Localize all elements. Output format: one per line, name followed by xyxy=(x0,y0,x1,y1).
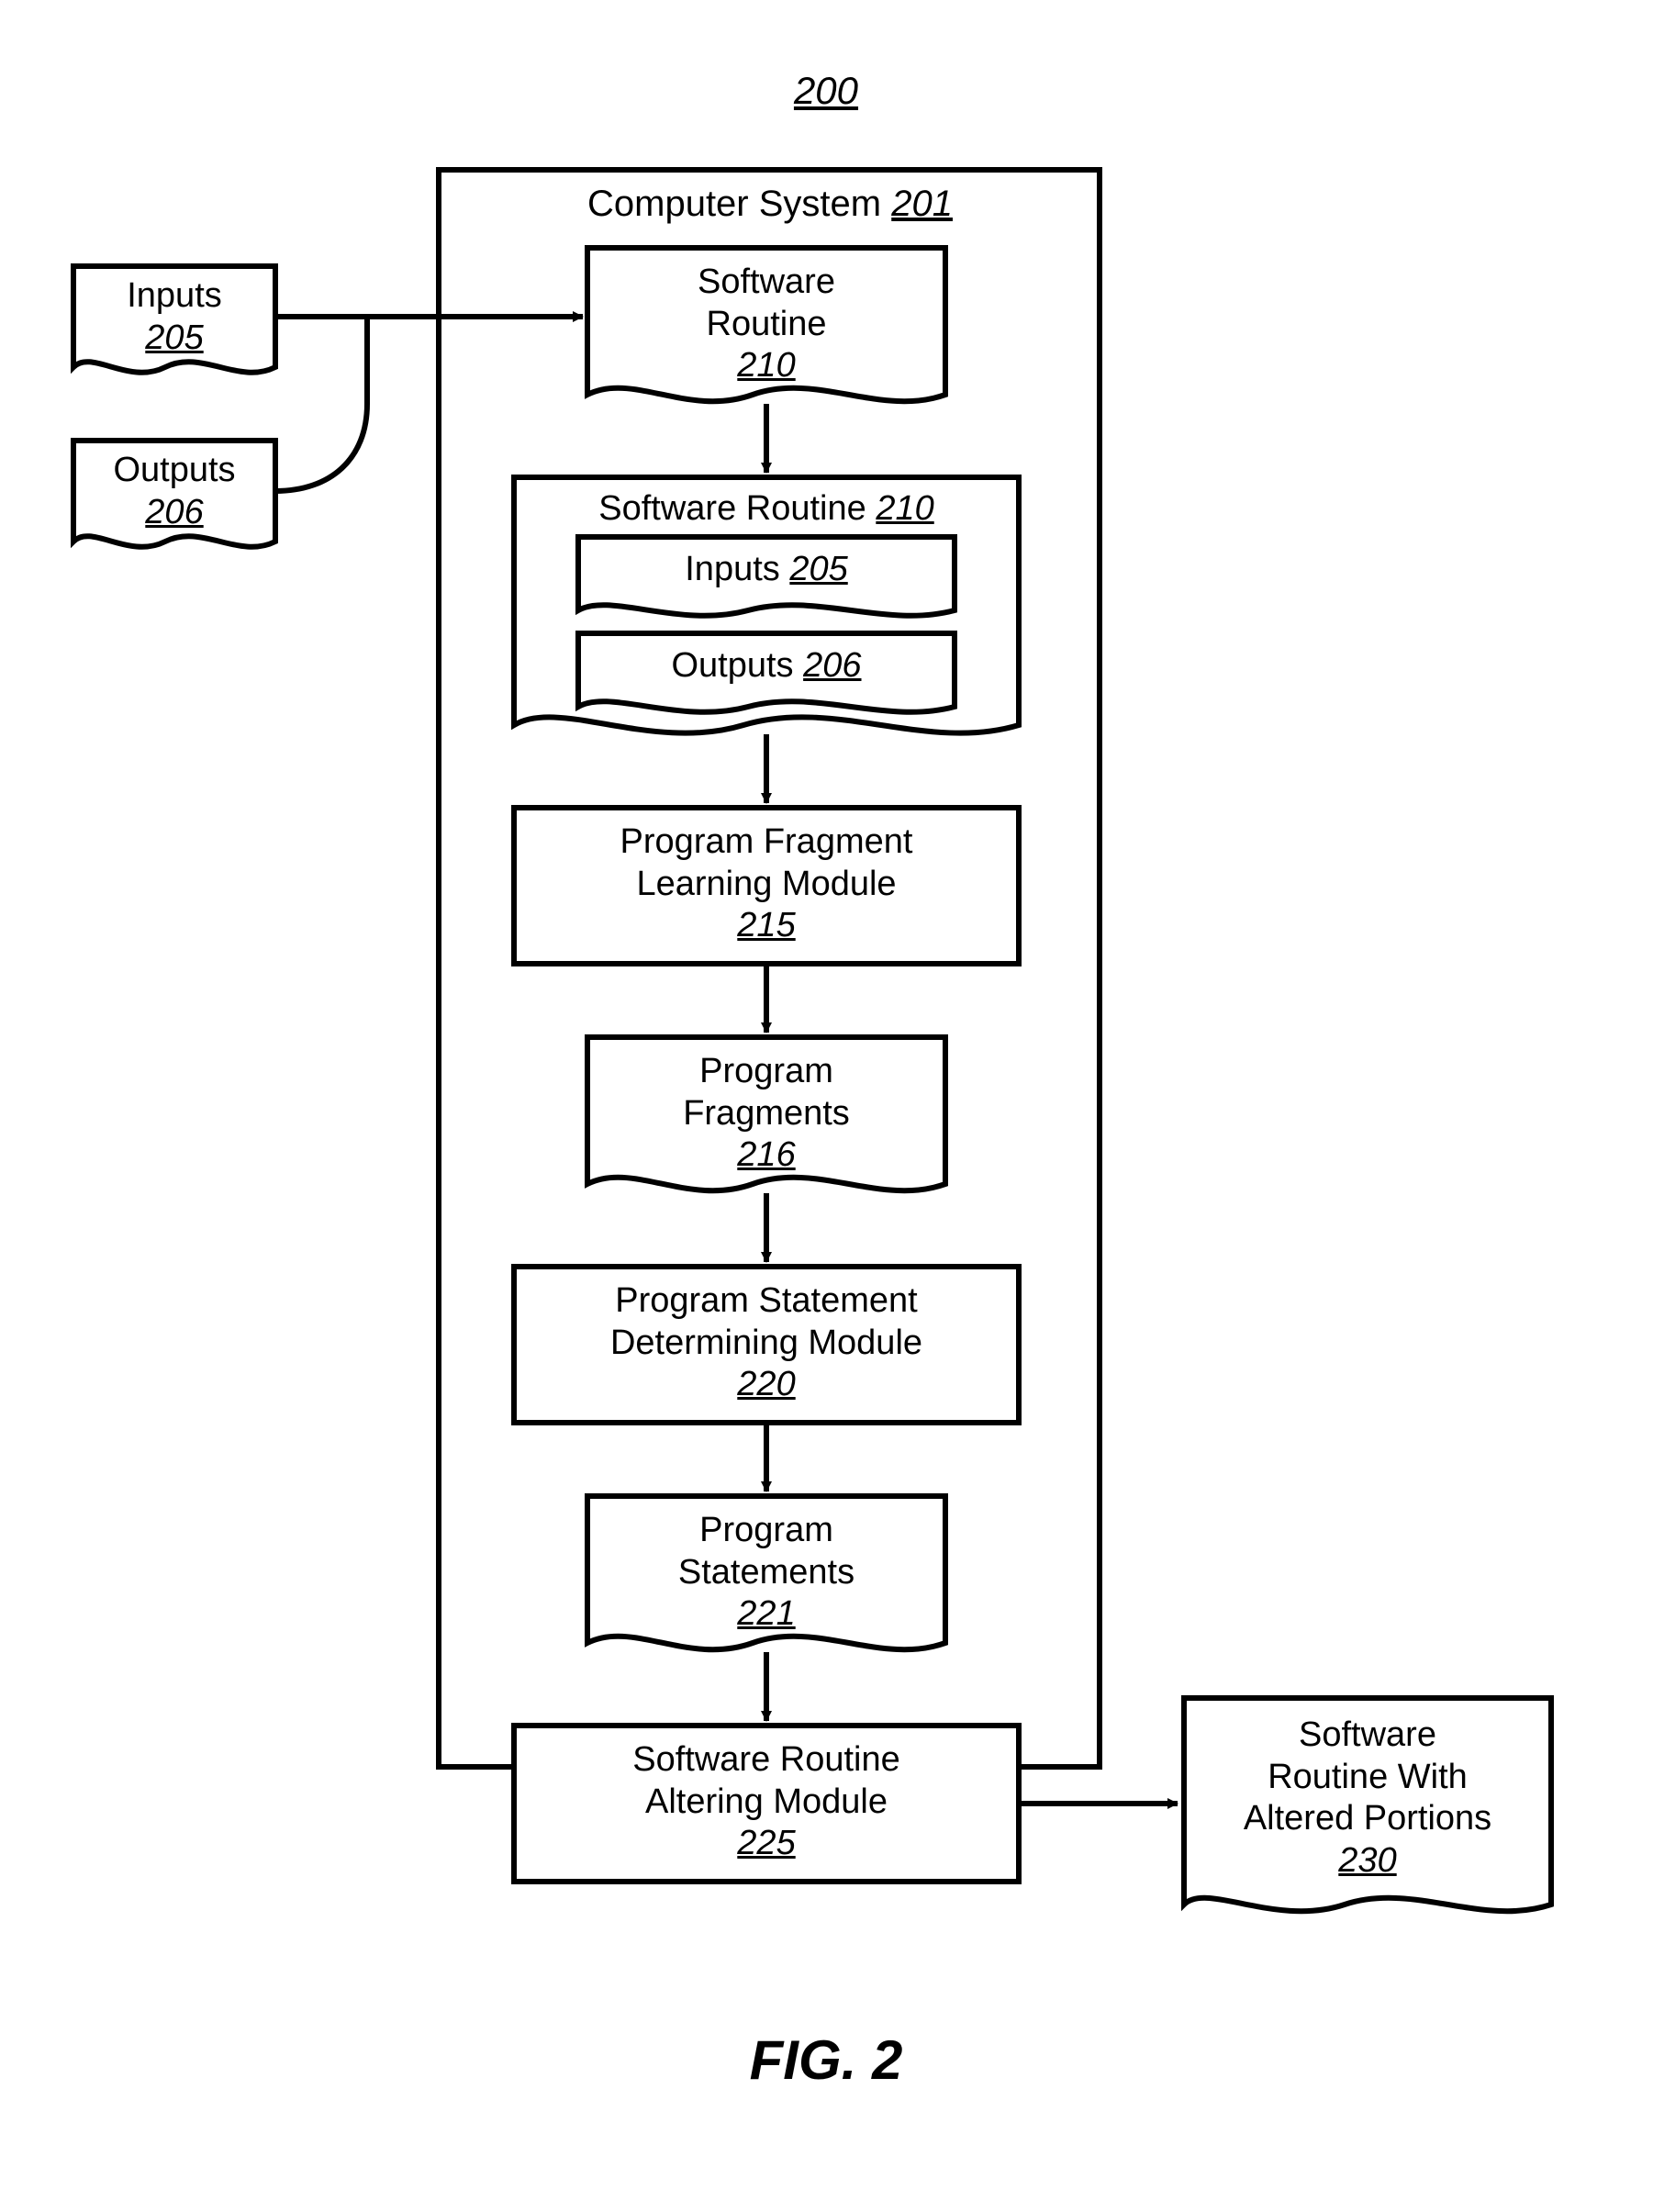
outputs-ext-label: Outputs xyxy=(113,451,235,489)
program-fragments-box: ProgramFragments 216 xyxy=(587,1051,945,1177)
software-routine-top-box: SoftwareRoutine 210 xyxy=(587,262,945,387)
output-box-label: SoftwareRoutine WithAltered Portions xyxy=(1244,1715,1491,1838)
computer-system-title: Computer System 201 xyxy=(587,184,953,225)
altering-module-ref: 225 xyxy=(737,1824,795,1862)
inputs-ext-box: Inputs 205 xyxy=(73,275,275,359)
software-routine-top-ref: 210 xyxy=(737,346,795,385)
inputs-inner-box: Inputs 205 xyxy=(578,549,955,591)
outputs-inner-ref: 206 xyxy=(803,646,861,685)
inputs-inner-label: Inputs xyxy=(685,550,780,588)
computer-system-label: Computer System xyxy=(587,184,881,224)
outputs-inner-box: Outputs 206 xyxy=(578,645,955,687)
frag-learning-label: Program FragmentLearning Module xyxy=(620,822,913,903)
outputs-ext-ref: 206 xyxy=(145,493,203,531)
output-box-ref: 230 xyxy=(1338,1841,1396,1880)
program-fragments-ref: 216 xyxy=(737,1135,795,1174)
altering-module-box: Software RoutineAltering Module 225 xyxy=(514,1739,1019,1865)
frag-learning-box: Program FragmentLearning Module 215 xyxy=(514,821,1019,947)
software-routine-group-label: Software Routine xyxy=(598,489,866,528)
computer-system-ref: 201 xyxy=(891,184,953,224)
program-statements-box: ProgramStatements 221 xyxy=(587,1510,945,1636)
inputs-ext-ref: 205 xyxy=(145,318,203,357)
output-box: SoftwareRoutine WithAltered Portions 230 xyxy=(1184,1715,1551,1882)
outputs-ext-box: Outputs 206 xyxy=(73,450,275,533)
software-routine-group-title: Software Routine 210 xyxy=(532,488,1000,531)
stmt-determining-ref: 220 xyxy=(737,1365,795,1403)
frag-learning-ref: 215 xyxy=(737,906,795,944)
software-routine-top-label: SoftwareRoutine xyxy=(698,263,835,343)
software-routine-group-ref: 210 xyxy=(876,489,933,528)
program-statements-ref: 221 xyxy=(737,1594,795,1633)
inputs-ext-label: Inputs xyxy=(127,276,222,315)
stmt-determining-box: Program StatementDetermining Module 220 xyxy=(514,1280,1019,1406)
stmt-determining-label: Program StatementDetermining Module xyxy=(610,1281,922,1362)
outputs-inner-label: Outputs xyxy=(671,646,793,685)
altering-module-label: Software RoutineAltering Module xyxy=(632,1740,900,1821)
figure-number: 200 xyxy=(734,69,918,113)
program-statements-label: ProgramStatements xyxy=(678,1511,854,1592)
inputs-inner-ref: 205 xyxy=(789,550,847,588)
figure-caption: FIG. 2 xyxy=(661,2028,991,2092)
program-fragments-label: ProgramFragments xyxy=(683,1052,850,1133)
